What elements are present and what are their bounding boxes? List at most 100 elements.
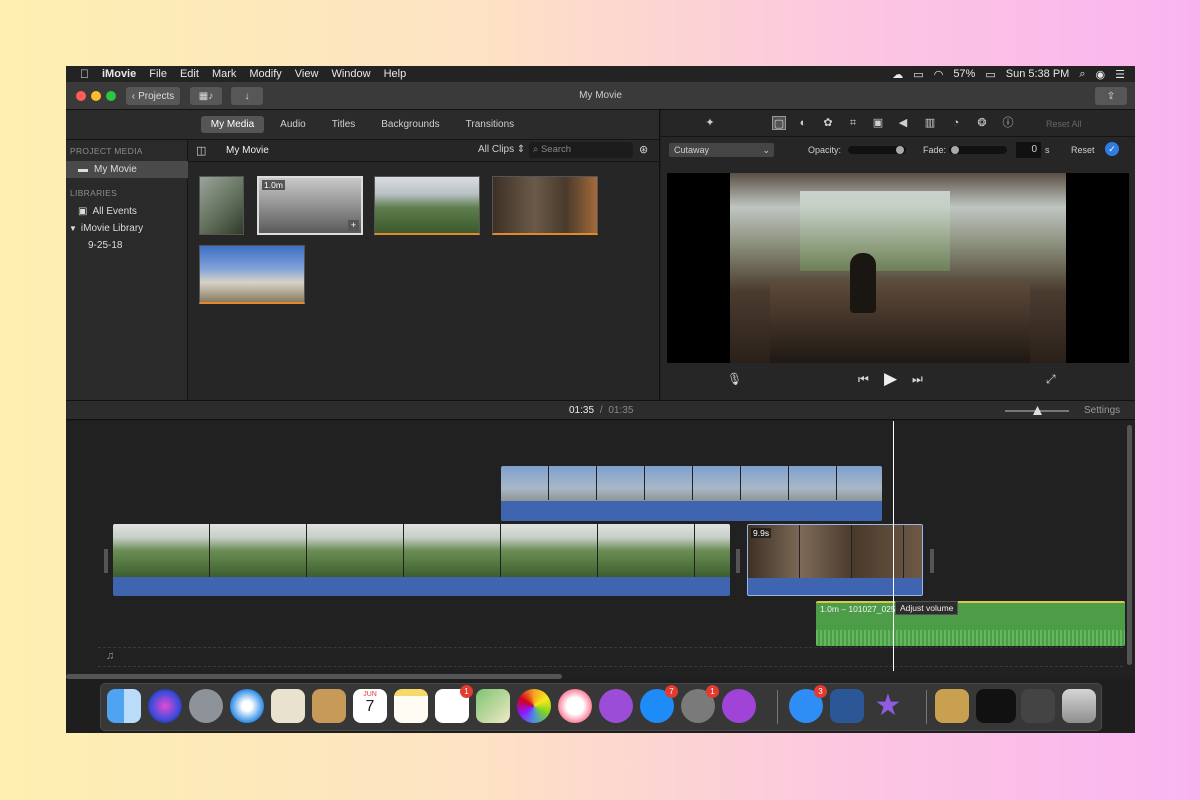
filter-icon[interactable]: ❂	[975, 116, 989, 130]
tab-titles[interactable]: Titles	[322, 116, 366, 133]
photos-icon[interactable]	[517, 689, 551, 723]
menu-window[interactable]: Window	[331, 68, 370, 80]
tab-my-media[interactable]: My Media	[200, 116, 265, 133]
horizontal-scrollbar[interactable]	[66, 674, 562, 679]
imovie-icon[interactable]: ★	[871, 689, 905, 723]
zoom-slider-knob[interactable]	[1033, 406, 1042, 415]
podcasts-icon[interactable]	[599, 689, 633, 723]
menu-view[interactable]: View	[295, 68, 319, 80]
media-thumb-street-selected[interactable]: 1.0m +	[257, 176, 363, 235]
airplay-icon[interactable]: ▭	[913, 68, 923, 81]
menu-edit[interactable]: Edit	[180, 68, 199, 80]
fade-value-field[interactable]: 0	[1016, 142, 1041, 158]
calendar-icon[interactable]: JUN 7	[353, 689, 387, 723]
clip-right-handle[interactable]	[930, 549, 934, 573]
opacity-slider[interactable]	[848, 146, 906, 154]
notification-center-icon[interactable]: ☰	[1115, 68, 1125, 81]
cutaway-clip[interactable]	[501, 466, 882, 521]
tab-backgrounds[interactable]: Backgrounds	[371, 116, 449, 133]
fade-slider-knob[interactable]	[951, 146, 959, 154]
reminders-icon[interactable]: 1	[435, 685, 473, 723]
menu-modify[interactable]: Modify	[249, 68, 281, 80]
video-preview[interactable]	[667, 173, 1129, 363]
creative-cloud-icon[interactable]: ☁	[892, 68, 903, 81]
battery-icon[interactable]: ▭	[985, 68, 995, 81]
itunes-icon[interactable]	[558, 689, 592, 723]
overlay-type-select[interactable]: Cutaway ⌄	[669, 143, 774, 157]
microphone-icon[interactable]: 🎙	[727, 372, 742, 386]
launchpad-icon[interactable]	[189, 689, 223, 723]
system-preferences-icon[interactable]: 1	[681, 685, 719, 723]
crop-aspect-icon[interactable]: ▢	[772, 116, 786, 130]
fullscreen-icon[interactable]: ⤢	[1046, 372, 1056, 387]
color-balance-icon[interactable]: ◐	[796, 116, 810, 130]
main-clip-train[interactable]	[113, 524, 730, 596]
info-icon[interactable]: ⓘ	[1001, 116, 1015, 130]
app-menu[interactable]: iMovie	[102, 68, 136, 80]
mail-stamp-icon[interactable]	[271, 689, 305, 723]
apple-menu-icon[interactable]: 	[80, 67, 89, 81]
word-icon[interactable]	[830, 689, 864, 723]
clip-mid-handle[interactable]	[736, 549, 740, 573]
color-palette-icon[interactable]: ✿	[821, 116, 835, 130]
play-icon[interactable]: ▶	[884, 369, 897, 389]
main-clip-cafe[interactable]: 9.9s	[747, 524, 923, 596]
wifi-icon[interactable]: ◠	[934, 68, 944, 81]
media-thumb-train[interactable]	[374, 176, 480, 235]
apply-checkmark-icon[interactable]: ✓	[1105, 142, 1119, 156]
media-thumb-waterfall[interactable]	[199, 176, 244, 235]
disclosure-triangle-icon[interactable]: ▼	[69, 224, 77, 233]
clip-settings-icon[interactable]: ⊛	[639, 143, 648, 156]
sidebar-item-my-movie[interactable]: ▬ My Movie	[66, 161, 188, 178]
recent-window-icon[interactable]	[976, 689, 1016, 723]
screenshot-icon[interactable]	[1021, 689, 1055, 723]
siri-icon[interactable]	[148, 689, 182, 723]
safari-icon[interactable]	[230, 689, 264, 723]
speed-icon[interactable]: ◔	[949, 116, 963, 130]
finder-icon[interactable]	[107, 689, 141, 723]
skip-back-icon[interactable]: ⏮	[858, 372, 869, 387]
sidebar-item-imovie-library[interactable]: ▼ iMovie Library	[66, 220, 188, 237]
contacts-icon[interactable]	[312, 689, 346, 723]
sidebar-item-event[interactable]: 9-25-18	[66, 237, 188, 254]
menu-mark[interactable]: Mark	[212, 68, 236, 80]
music-clip[interactable]: 1.0m – 101027_0251	[816, 601, 1125, 646]
tab-transitions[interactable]: Transitions	[456, 116, 525, 133]
trash-icon[interactable]	[1062, 689, 1096, 723]
spotlight-icon[interactable]: ⌕	[1079, 68, 1085, 81]
skip-forward-icon[interactable]: ⏭	[912, 372, 923, 387]
equalizer-icon[interactable]: ▥	[923, 116, 937, 130]
menu-file[interactable]: File	[149, 68, 167, 80]
opacity-slider-knob[interactable]	[896, 146, 904, 154]
clip-left-handle[interactable]	[104, 549, 108, 573]
magic-wand-icon[interactable]: ✦	[703, 116, 717, 130]
media-thumb-buildings[interactable]	[199, 245, 305, 304]
sidebar-item-all-events[interactable]: ▣ All Events	[66, 203, 188, 220]
all-clips-select[interactable]: All Clips ⇕	[478, 144, 525, 155]
package-installer-icon[interactable]	[935, 689, 969, 723]
tab-audio[interactable]: Audio	[270, 116, 316, 133]
clock[interactable]: Sun 5:38 PM	[1006, 68, 1070, 80]
menu-help[interactable]: Help	[384, 68, 407, 80]
messages-icon[interactable]: 3	[789, 685, 827, 723]
playhead[interactable]	[893, 421, 894, 671]
sidebar-toggle-icon[interactable]: ◫	[196, 144, 206, 157]
volume-icon[interactable]: ◀	[896, 116, 910, 130]
reset-all-button[interactable]: Reset All	[1046, 119, 1082, 129]
maps-icon[interactable]	[476, 689, 510, 723]
notes-icon[interactable]	[394, 689, 428, 723]
timeline-settings-button[interactable]: Settings	[1084, 405, 1120, 416]
search-input[interactable]: ⌕ Search	[529, 142, 633, 158]
feedback-assistant-icon[interactable]	[722, 689, 756, 723]
media-thumb-cafe[interactable]	[492, 176, 598, 235]
share-button[interactable]: ⇪	[1095, 87, 1127, 105]
app-store-icon[interactable]: 7	[640, 685, 678, 723]
stabilization-camera-icon[interactable]: ▣	[871, 116, 885, 130]
reset-button[interactable]: Reset	[1071, 145, 1095, 155]
cutaway-audio-waveform[interactable]	[501, 501, 882, 521]
crop-icon[interactable]: ⌗	[846, 116, 860, 130]
vertical-scrollbar[interactable]	[1127, 425, 1132, 665]
fade-slider[interactable]	[949, 146, 1007, 154]
zoom-slider[interactable]	[1005, 406, 1069, 415]
add-to-movie-icon[interactable]: +	[348, 220, 359, 231]
